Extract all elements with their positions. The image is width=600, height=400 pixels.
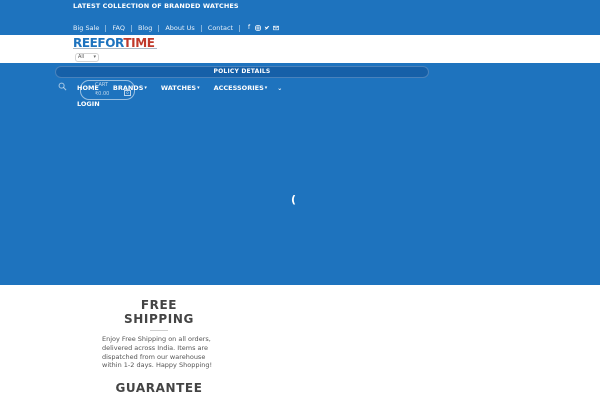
chevron-down-icon: ⌄ [277, 84, 283, 92]
nav-label: BRANDS [112, 84, 144, 92]
email-icon[interactable] [273, 25, 279, 31]
top-links: Big Sale FAQ Blog About Us Contact f [73, 24, 279, 32]
chevron-down-icon: ▾ [197, 85, 200, 91]
nav-label: WATCHES [160, 84, 197, 92]
search-icon[interactable] [58, 82, 67, 94]
login-link[interactable]: LOGIN [77, 100, 100, 108]
promo-text: LATEST COLLECTION OF BRANDED WATCHES [73, 2, 239, 10]
top-link-faq[interactable]: FAQ [112, 24, 125, 32]
top-bar: LATEST COLLECTION OF BRANDED WATCHES Big… [0, 0, 600, 35]
divider [200, 24, 202, 32]
feature-title-line1: FREE [140, 298, 178, 312]
top-link-contact[interactable]: Contact [208, 24, 233, 32]
top-link-about-us[interactable]: About Us [165, 24, 194, 32]
logo-underline [73, 48, 157, 49]
category-select-value: All [78, 54, 85, 60]
chevron-down-icon: ▾ [93, 54, 96, 60]
main-nav: HOME BRANDS ▾ WATCHES ▾ ACCESSORIES ▾ ⌄ [77, 84, 296, 92]
feature-guarantee: GUARANTEE [100, 381, 218, 395]
social-links: f [246, 25, 279, 31]
nav-item-home[interactable]: HOME [77, 84, 99, 92]
divider [239, 24, 241, 32]
site-header: REEFORTIME All ▾ [0, 35, 600, 63]
chevron-down-icon: ▾ [264, 85, 268, 91]
nav-item-watches[interactable]: WATCHES ▾ [161, 84, 200, 92]
top-link-blog[interactable]: Blog [138, 24, 152, 32]
divider [150, 330, 168, 331]
nav-label: HOME [77, 84, 99, 92]
loading-spinner-icon: ( [291, 193, 297, 206]
divider [130, 24, 132, 32]
policy-details-button[interactable]: POLICY DETAILS [55, 66, 429, 78]
chevron-down-icon: ▾ [144, 85, 147, 91]
divider [105, 24, 107, 32]
hero-section: POLICY DETAILS CART ₹0.00 0 HOME BRANDS ▾… [0, 63, 600, 285]
category-select[interactable]: All ▾ [75, 53, 99, 62]
nav-more-dropdown[interactable]: ⌄ [277, 85, 282, 92]
divider [158, 24, 160, 32]
feature-title-line1: GUARANTEE [115, 381, 203, 395]
nav-item-brands[interactable]: BRANDS ▾ [113, 84, 147, 92]
top-link-big-sale[interactable]: Big Sale [73, 24, 99, 32]
nav-item-accessories[interactable]: ACCESSORIES ▾ [214, 84, 268, 92]
feature-title-line2: SHIPPING [124, 312, 194, 326]
nav-label: ACCESSORIES [213, 84, 264, 92]
feature-text: Enjoy Free Shipping on all orders, deliv… [102, 335, 213, 370]
facebook-icon[interactable]: f [246, 25, 252, 31]
feature-free-shipping: FREE SHIPPING Enjoy Free Shipping on all… [100, 298, 218, 370]
instagram-icon[interactable] [255, 25, 261, 31]
twitter-icon[interactable] [264, 25, 270, 31]
